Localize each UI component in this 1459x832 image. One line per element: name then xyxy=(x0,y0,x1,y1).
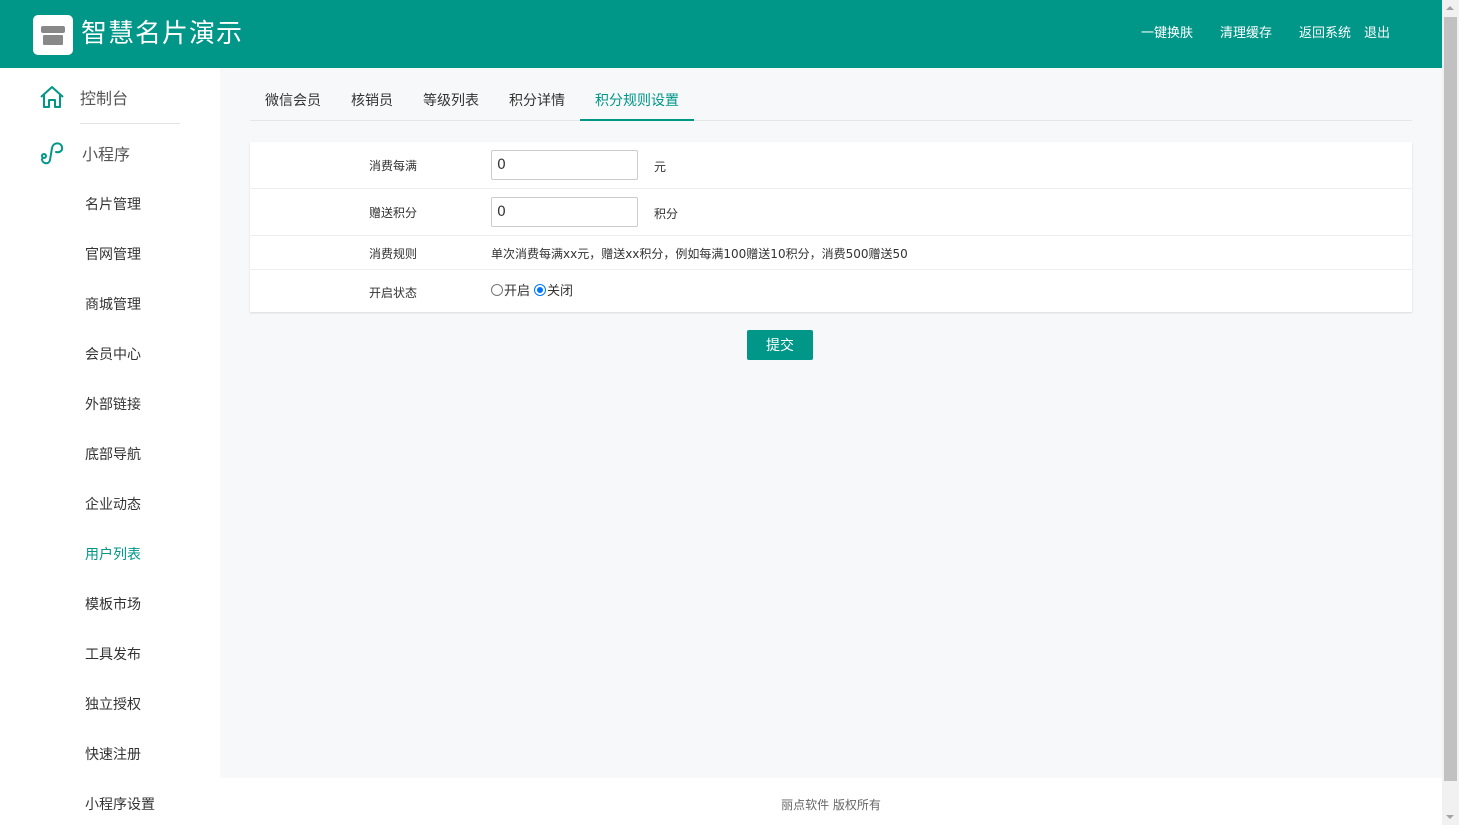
home-icon xyxy=(40,86,64,108)
gift-points-unit: 积分 xyxy=(654,207,679,221)
clear-cache-link[interactable]: 清理缓存 xyxy=(1220,24,1272,44)
scroll-thumb[interactable] xyxy=(1444,17,1457,781)
sidebar-item-website-manage[interactable]: 官网管理 xyxy=(85,245,141,265)
sidebar-item-template-market[interactable]: 模板市场 xyxy=(85,595,141,615)
theme-switch-link[interactable]: 一键换肤 xyxy=(1141,24,1193,44)
status-on-radio[interactable] xyxy=(491,283,503,296)
sidebar-item-independent-auth[interactable]: 独立授权 xyxy=(85,695,141,715)
spend-unit: 元 xyxy=(654,160,667,174)
status-off-radio[interactable] xyxy=(534,283,547,296)
tab-wechat-members[interactable]: 微信会员 xyxy=(250,82,336,120)
header-nav: 一键换肤 清理缓存 返回系统 退出 xyxy=(1114,24,1390,44)
scroll-up-icon[interactable] xyxy=(1446,6,1454,10)
points-rule-form: 消费每满 元 赠送积分 积分 消费规则 单次消费每满xx元，赠送xx积分，例如每… xyxy=(250,142,1412,312)
sidebar-item-console[interactable]: 控制台 xyxy=(38,84,128,110)
sidebar-item-company-news[interactable]: 企业动态 xyxy=(85,495,141,515)
return-system-link[interactable]: 返回系统 xyxy=(1299,24,1351,44)
rule-label: 消费规则 xyxy=(369,247,418,261)
status-label: 开启状态 xyxy=(369,286,418,300)
form-row-rule: 消费规则 单次消费每满xx元，赠送xx积分，例如每满100赠送10积分，消费50… xyxy=(250,236,1412,270)
sidebar-item-shop-manage[interactable]: 商城管理 xyxy=(85,295,141,315)
sidebar-item-quick-register[interactable]: 快速注册 xyxy=(85,745,141,765)
spend-amount-input[interactable] xyxy=(491,150,638,180)
sidebar-item-miniprogram-settings[interactable]: 小程序设置 xyxy=(85,795,155,815)
scroll-down-icon[interactable] xyxy=(1446,815,1454,819)
gift-points-input[interactable] xyxy=(491,197,638,227)
footer-copyright: 丽点软件 版权所有 xyxy=(220,778,1442,825)
tab-bar: 微信会员 核销员 等级列表 积分详情 积分规则设置 xyxy=(250,82,1412,121)
sidebar-item-bottom-nav[interactable]: 底部导航 xyxy=(85,445,141,465)
top-header: 智慧名片演示 一键换肤 清理缓存 返回系统 退出 xyxy=(0,0,1442,68)
tab-level-list[interactable]: 等级列表 xyxy=(408,82,494,120)
gift-points-label: 赠送积分 xyxy=(369,206,418,220)
tab-points-rule-settings[interactable]: 积分规则设置 xyxy=(580,82,694,121)
sidebar-item-miniprogram[interactable]: 小程序 xyxy=(38,139,130,167)
spend-label: 消费每满 xyxy=(369,159,418,173)
form-row-status: 开启状态 开启 关闭 xyxy=(250,270,1412,312)
status-radio-group: 开启 关闭 xyxy=(491,280,577,299)
page-scrollbar[interactable] xyxy=(1442,0,1459,825)
tab-points-detail[interactable]: 积分详情 xyxy=(494,82,580,120)
app-title: 智慧名片演示 xyxy=(81,19,244,49)
submit-button[interactable]: 提交 xyxy=(747,330,813,360)
sidebar-item-member-center[interactable]: 会员中心 xyxy=(85,345,141,365)
main-content: 微信会员 核销员 等级列表 积分详情 积分规则设置 消费每满 元 赠送积分 积分… xyxy=(220,68,1442,778)
sidebar-item-card-manage[interactable]: 名片管理 xyxy=(85,195,141,215)
status-on-label[interactable]: 开启 xyxy=(504,280,530,299)
status-off-label[interactable]: 关闭 xyxy=(547,280,573,299)
sidebar: 控制台 小程序 名片管理 官网管理 商城管理 会员中心 外部链接 底部导航 企业… xyxy=(0,68,220,825)
miniprogram-icon xyxy=(41,142,64,165)
sidebar-item-label: 控制台 xyxy=(80,89,129,108)
logo xyxy=(33,15,73,55)
sidebar-item-label: 小程序 xyxy=(82,145,131,164)
sidebar-divider xyxy=(80,123,180,124)
form-row-spend: 消费每满 元 xyxy=(250,142,1412,189)
sidebar-item-external-links[interactable]: 外部链接 xyxy=(85,395,141,415)
tab-verifiers[interactable]: 核销员 xyxy=(336,82,408,120)
store-icon xyxy=(41,26,65,45)
sidebar-item-user-list[interactable]: 用户列表 xyxy=(85,545,141,565)
logout-link[interactable]: 退出 xyxy=(1364,24,1390,44)
form-row-gift: 赠送积分 积分 xyxy=(250,189,1412,236)
rule-description: 单次消费每满xx元，赠送xx积分，例如每满100赠送10积分，消费500赠送50 xyxy=(491,247,908,261)
sidebar-item-tool-publish[interactable]: 工具发布 xyxy=(85,645,141,665)
